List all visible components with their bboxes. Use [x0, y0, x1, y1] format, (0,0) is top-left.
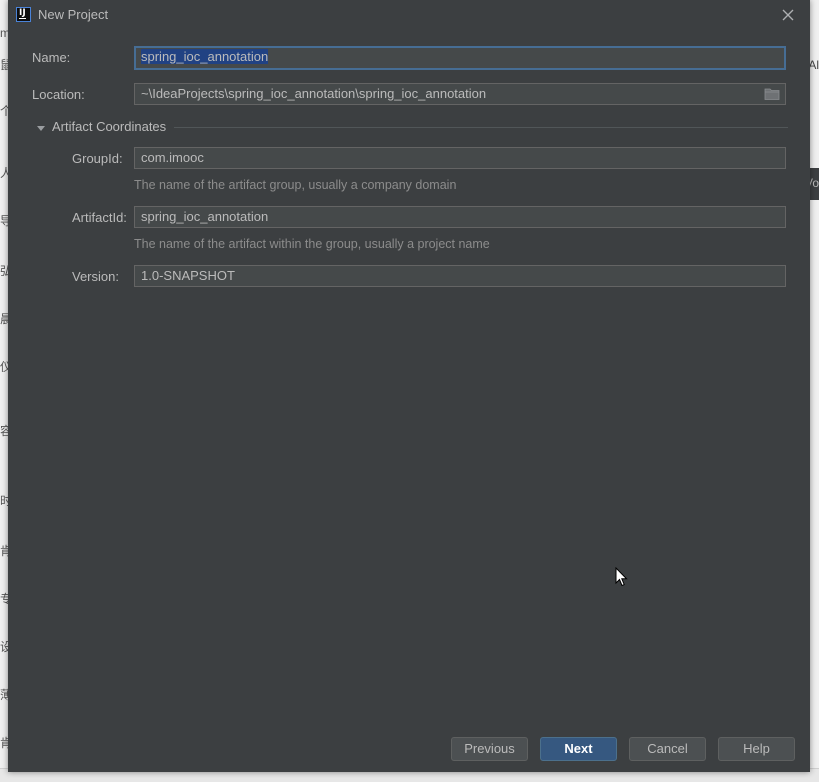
version-label: Version:	[72, 269, 119, 284]
artifactid-input[interactable]: spring_ioc_annotation	[134, 206, 786, 228]
intellij-icon-text: IJ	[19, 8, 26, 18]
intellij-icon: IJ	[16, 7, 31, 22]
folder-icon	[764, 88, 780, 100]
location-input[interactable]: ~\IdeaProjects\spring_ioc_annotation\spr…	[134, 83, 786, 105]
location-value: ~\IdeaProjects\spring_ioc_annotation\spr…	[141, 86, 487, 101]
location-label: Location:	[32, 87, 85, 102]
groupid-input[interactable]: com.imooc	[134, 147, 786, 169]
section-divider	[174, 127, 788, 128]
new-project-dialog: IJ New Project Name: spring_ioc_annotati…	[8, 0, 810, 772]
help-button[interactable]: Help	[718, 737, 795, 761]
mouse-cursor-icon	[615, 567, 628, 587]
close-icon	[782, 9, 794, 21]
section-title: Artifact Coordinates	[52, 119, 167, 134]
cancel-button[interactable]: Cancel	[629, 737, 706, 761]
version-input[interactable]: 1.0-SNAPSHOT	[134, 265, 786, 287]
triangle-down-icon	[37, 126, 45, 131]
name-value: spring_ioc_annotation	[141, 49, 269, 64]
close-button[interactable]	[778, 5, 798, 25]
collapse-toggle[interactable]	[36, 122, 46, 132]
dialog-titlebar[interactable]: IJ New Project	[8, 0, 810, 30]
artifactid-label: ArtifactId:	[72, 210, 127, 225]
name-label: Name:	[32, 50, 71, 65]
artifact-coordinates-section: Artifact Coordinates	[34, 118, 788, 136]
name-input[interactable]: spring_ioc_annotation	[134, 46, 786, 70]
artifactid-value: spring_ioc_annotation	[141, 209, 269, 224]
previous-button[interactable]: Previous	[451, 737, 528, 761]
next-button[interactable]: Next	[540, 737, 617, 761]
artifactid-hint: The name of the artifact within the grou…	[134, 237, 490, 251]
groupid-hint: The name of the artifact group, usually …	[134, 178, 457, 192]
browse-folder-button[interactable]	[764, 87, 780, 101]
dialog-title: New Project	[38, 7, 109, 22]
groupid-label: GroupId:	[72, 151, 123, 166]
groupid-value: com.imooc	[141, 150, 204, 165]
version-value: 1.0-SNAPSHOT	[141, 268, 235, 283]
